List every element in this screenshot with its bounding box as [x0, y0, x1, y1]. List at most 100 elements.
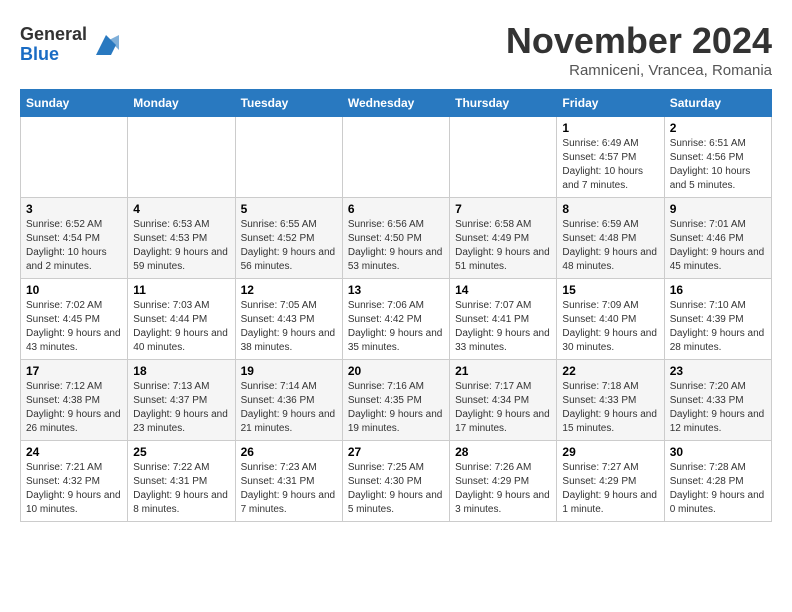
- day-number: 4: [133, 202, 229, 216]
- calendar-cell: 27 Sunrise: 7:25 AM Sunset: 4:30 PM Dayli…: [342, 441, 449, 522]
- day-info: Sunrise: 7:14 AM Sunset: 4:36 PM Dayligh…: [241, 380, 337, 436]
- day-number: 8: [562, 202, 658, 216]
- day-info: Sunrise: 7:01 AM Sunset: 4:46 PM Dayligh…: [670, 218, 766, 274]
- title-block: November 2024 Ramniceni, Vrancea, Romani…: [506, 20, 772, 79]
- day-info: Sunrise: 6:52 AM Sunset: 4:54 PM Dayligh…: [26, 218, 122, 274]
- day-number: 27: [348, 445, 444, 459]
- calendar-cell: 23 Sunrise: 7:20 AM Sunset: 4:33 PM Dayli…: [664, 360, 771, 441]
- calendar-cell: 17 Sunrise: 7:12 AM Sunset: 4:38 PM Dayli…: [21, 360, 128, 441]
- calendar-cell: 7 Sunrise: 6:58 AM Sunset: 4:49 PM Daylig…: [450, 198, 557, 279]
- day-number: 21: [455, 364, 551, 378]
- day-number: 2: [670, 121, 766, 135]
- calendar-cell: 6Sunrise: 6:56 AM Sunset: 4:50 PM Daylig…: [342, 198, 449, 279]
- day-number: 9: [670, 202, 766, 216]
- calendar-week-1: 1 Sunrise: 6:49 AM Sunset: 4:57 PM Daylig…: [21, 117, 772, 198]
- calendar-cell: 20Sunrise: 7:16 AM Sunset: 4:35 PM Dayli…: [342, 360, 449, 441]
- calendar-week-5: 24 Sunrise: 7:21 AM Sunset: 4:32 PM Dayli…: [21, 441, 772, 522]
- calendar-cell: [235, 117, 342, 198]
- calendar-cell: 9 Sunrise: 7:01 AM Sunset: 4:46 PM Daylig…: [664, 198, 771, 279]
- day-info: Sunrise: 7:16 AM Sunset: 4:35 PM Dayligh…: [348, 380, 444, 436]
- calendar-cell: 30Sunrise: 7:28 AM Sunset: 4:28 PM Dayli…: [664, 441, 771, 522]
- calendar-cell: 12 Sunrise: 7:05 AM Sunset: 4:43 PM Dayli…: [235, 279, 342, 360]
- calendar-cell: 8 Sunrise: 6:59 AM Sunset: 4:48 PM Daylig…: [557, 198, 664, 279]
- day-info: Sunrise: 7:06 AM Sunset: 4:42 PM Dayligh…: [348, 299, 444, 355]
- day-number: 17: [26, 364, 122, 378]
- calendar-cell: 15 Sunrise: 7:09 AM Sunset: 4:40 PM Dayli…: [557, 279, 664, 360]
- day-number: 7: [455, 202, 551, 216]
- day-number: 23: [670, 364, 766, 378]
- calendar-cell: [450, 117, 557, 198]
- day-info: Sunrise: 6:58 AM Sunset: 4:49 PM Dayligh…: [455, 218, 551, 274]
- day-number: 28: [455, 445, 551, 459]
- page-header: General Blue November 2024 Ramniceni, Vr…: [20, 20, 772, 79]
- day-info: Sunrise: 6:51 AM Sunset: 4:56 PM Dayligh…: [670, 137, 766, 193]
- day-info: Sunrise: 7:21 AM Sunset: 4:32 PM Dayligh…: [26, 461, 122, 517]
- weekday-header-friday: Friday: [557, 90, 664, 117]
- calendar-week-3: 10Sunrise: 7:02 AM Sunset: 4:45 PM Dayli…: [21, 279, 772, 360]
- calendar-cell: 5 Sunrise: 6:55 AM Sunset: 4:52 PM Daylig…: [235, 198, 342, 279]
- calendar-cell: 11 Sunrise: 7:03 AM Sunset: 4:44 PM Dayli…: [128, 279, 235, 360]
- day-number: 14: [455, 283, 551, 297]
- day-info: Sunrise: 6:53 AM Sunset: 4:53 PM Dayligh…: [133, 218, 229, 274]
- day-number: 5: [241, 202, 337, 216]
- day-info: Sunrise: 7:09 AM Sunset: 4:40 PM Dayligh…: [562, 299, 658, 355]
- calendar-header-row: SundayMondayTuesdayWednesdayThursdayFrid…: [21, 90, 772, 117]
- weekday-header-thursday: Thursday: [450, 90, 557, 117]
- logo-blue: Blue: [20, 44, 59, 64]
- calendar-table: SundayMondayTuesdayWednesdayThursdayFrid…: [20, 89, 772, 522]
- day-number: 15: [562, 283, 658, 297]
- day-number: 10: [26, 283, 122, 297]
- day-number: 30: [670, 445, 766, 459]
- day-info: Sunrise: 7:05 AM Sunset: 4:43 PM Dayligh…: [241, 299, 337, 355]
- day-info: Sunrise: 7:23 AM Sunset: 4:31 PM Dayligh…: [241, 461, 337, 517]
- day-number: 29: [562, 445, 658, 459]
- day-info: Sunrise: 6:59 AM Sunset: 4:48 PM Dayligh…: [562, 218, 658, 274]
- calendar-cell: [21, 117, 128, 198]
- calendar-cell: [342, 117, 449, 198]
- day-info: Sunrise: 7:27 AM Sunset: 4:29 PM Dayligh…: [562, 461, 658, 517]
- day-info: Sunrise: 7:03 AM Sunset: 4:44 PM Dayligh…: [133, 299, 229, 355]
- calendar-cell: 24 Sunrise: 7:21 AM Sunset: 4:32 PM Dayli…: [21, 441, 128, 522]
- calendar-week-4: 17 Sunrise: 7:12 AM Sunset: 4:38 PM Dayli…: [21, 360, 772, 441]
- day-info: Sunrise: 7:20 AM Sunset: 4:33 PM Dayligh…: [670, 380, 766, 436]
- calendar-cell: [128, 117, 235, 198]
- calendar-cell: 2 Sunrise: 6:51 AM Sunset: 4:56 PM Daylig…: [664, 117, 771, 198]
- calendar-cell: 13 Sunrise: 7:06 AM Sunset: 4:42 PM Dayli…: [342, 279, 449, 360]
- logo-icon: [91, 30, 121, 60]
- day-info: Sunrise: 7:25 AM Sunset: 4:30 PM Dayligh…: [348, 461, 444, 517]
- location-subtitle: Ramniceni, Vrancea, Romania: [506, 62, 772, 79]
- weekday-header-tuesday: Tuesday: [235, 90, 342, 117]
- day-number: 18: [133, 364, 229, 378]
- day-info: Sunrise: 6:55 AM Sunset: 4:52 PM Dayligh…: [241, 218, 337, 274]
- calendar-cell: 26Sunrise: 7:23 AM Sunset: 4:31 PM Dayli…: [235, 441, 342, 522]
- day-number: 13: [348, 283, 444, 297]
- calendar-cell: 28 Sunrise: 7:26 AM Sunset: 4:29 PM Dayli…: [450, 441, 557, 522]
- day-info: Sunrise: 7:26 AM Sunset: 4:29 PM Dayligh…: [455, 461, 551, 517]
- day-number: 22: [562, 364, 658, 378]
- logo: General Blue: [20, 25, 121, 65]
- calendar-cell: 4 Sunrise: 6:53 AM Sunset: 4:53 PM Daylig…: [128, 198, 235, 279]
- calendar-cell: 10Sunrise: 7:02 AM Sunset: 4:45 PM Dayli…: [21, 279, 128, 360]
- day-number: 3: [26, 202, 122, 216]
- day-number: 24: [26, 445, 122, 459]
- day-info: Sunrise: 6:49 AM Sunset: 4:57 PM Dayligh…: [562, 137, 658, 193]
- day-info: Sunrise: 7:13 AM Sunset: 4:37 PM Dayligh…: [133, 380, 229, 436]
- calendar-cell: 29 Sunrise: 7:27 AM Sunset: 4:29 PM Dayli…: [557, 441, 664, 522]
- weekday-header-sunday: Sunday: [21, 90, 128, 117]
- calendar-cell: 14 Sunrise: 7:07 AM Sunset: 4:41 PM Dayli…: [450, 279, 557, 360]
- day-info: Sunrise: 7:22 AM Sunset: 4:31 PM Dayligh…: [133, 461, 229, 517]
- day-number: 25: [133, 445, 229, 459]
- calendar-week-2: 3 Sunrise: 6:52 AM Sunset: 4:54 PM Daylig…: [21, 198, 772, 279]
- day-info: Sunrise: 7:07 AM Sunset: 4:41 PM Dayligh…: [455, 299, 551, 355]
- day-number: 11: [133, 283, 229, 297]
- day-number: 6: [348, 202, 444, 216]
- day-number: 1: [562, 121, 658, 135]
- day-info: Sunrise: 7:10 AM Sunset: 4:39 PM Dayligh…: [670, 299, 766, 355]
- day-number: 12: [241, 283, 337, 297]
- calendar-cell: 22Sunrise: 7:18 AM Sunset: 4:33 PM Dayli…: [557, 360, 664, 441]
- logo-general: General: [20, 24, 87, 44]
- day-info: Sunrise: 7:12 AM Sunset: 4:38 PM Dayligh…: [26, 380, 122, 436]
- weekday-header-wednesday: Wednesday: [342, 90, 449, 117]
- calendar-cell: 16Sunrise: 7:10 AM Sunset: 4:39 PM Dayli…: [664, 279, 771, 360]
- calendar-cell: 21Sunrise: 7:17 AM Sunset: 4:34 PM Dayli…: [450, 360, 557, 441]
